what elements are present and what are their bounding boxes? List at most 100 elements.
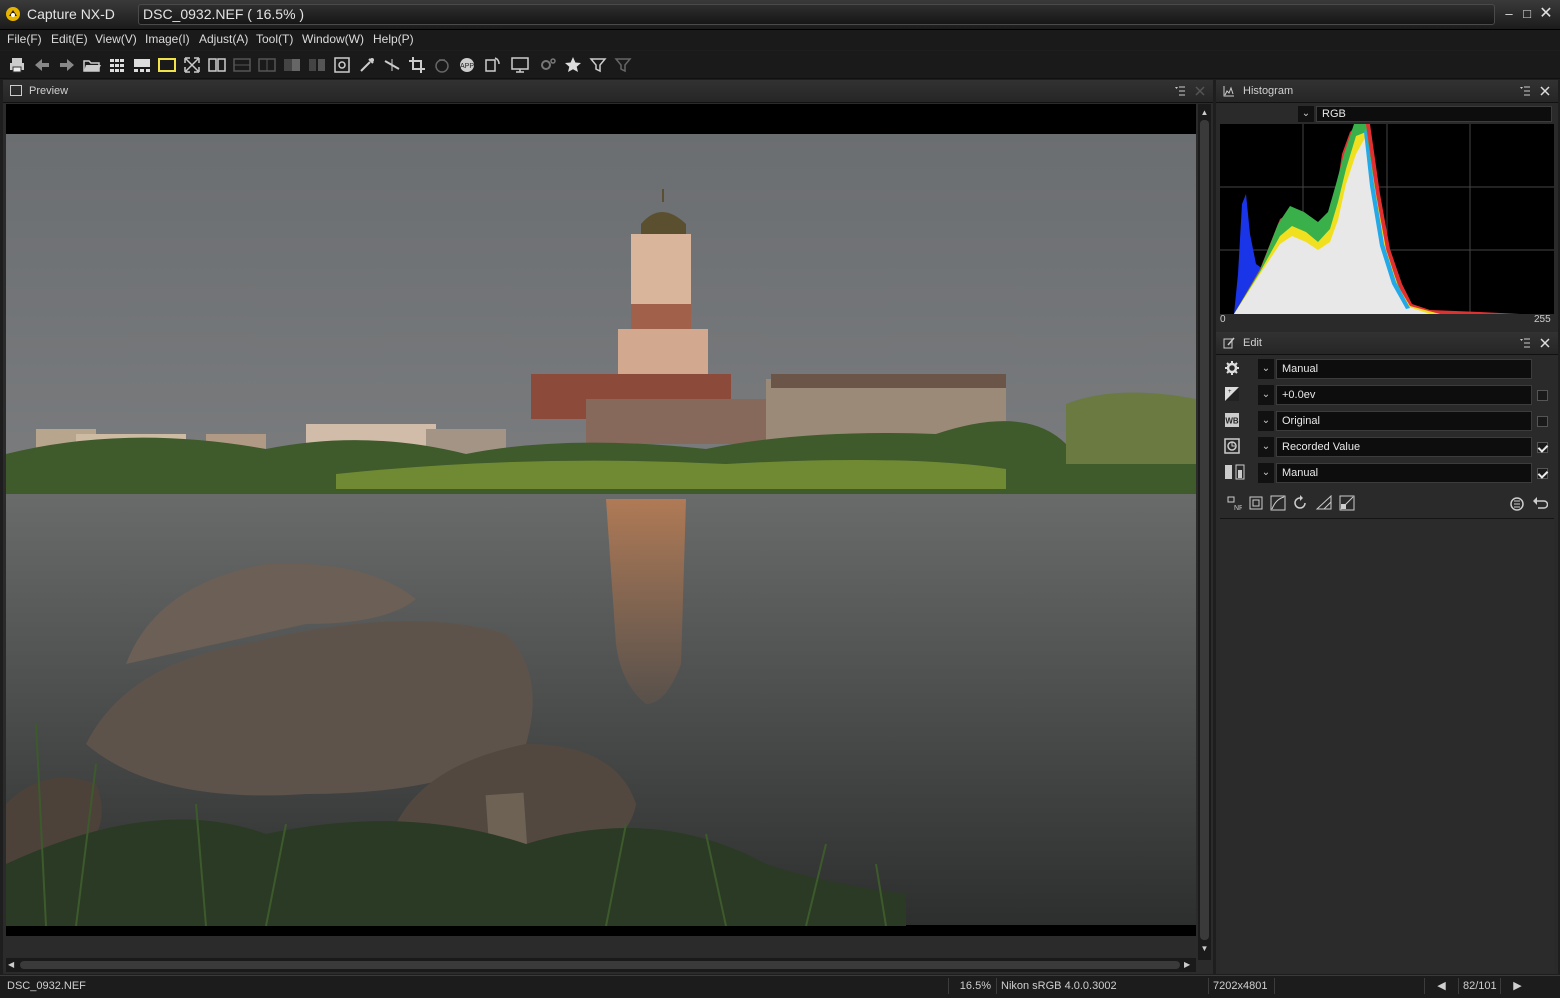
full-screen-icon[interactable] (182, 55, 202, 75)
menu-edit[interactable]: Edit(E) (51, 32, 88, 46)
next-image-button[interactable]: ▶ (1500, 978, 1530, 994)
panel-menu-icon[interactable] (1519, 85, 1531, 97)
chevron-down-icon[interactable]: ⌄ (1258, 463, 1274, 483)
status-filename: DSC_0932.NEF (7, 980, 86, 992)
rotate-icon[interactable] (482, 55, 502, 75)
forward-icon[interactable] (57, 55, 77, 75)
zoom-fit-icon[interactable] (332, 55, 352, 75)
lens-correction-icon[interactable] (1248, 495, 1264, 511)
picture-control-checkbox[interactable] (1537, 442, 1548, 453)
photo-preview (6, 104, 1196, 936)
thumbnail-grid-icon[interactable] (107, 55, 127, 75)
menu-file[interactable]: File(F) (7, 32, 42, 46)
menu-image[interactable]: Image(I) (145, 32, 190, 46)
edit-preset-select[interactable]: ⌄ Manual (1258, 359, 1532, 379)
chevron-down-icon[interactable]: ⌄ (1258, 437, 1274, 457)
straighten-icon[interactable] (382, 55, 402, 75)
panel-menu-icon[interactable] (1519, 337, 1531, 349)
close-icon[interactable] (1194, 85, 1206, 97)
print-icon[interactable] (7, 55, 27, 75)
perspective-icon[interactable] (1316, 495, 1332, 511)
picture-control-icon (1224, 438, 1240, 454)
filter-clear-icon[interactable] (613, 55, 633, 75)
compare-ud-icon[interactable] (307, 55, 327, 75)
status-color-profile: Nikon sRGB 4.0.0.3002 (996, 978, 1208, 994)
scroll-down-icon[interactable]: ▼ (1200, 944, 1209, 953)
scroll-left-icon[interactable]: ◀ (8, 960, 18, 970)
undo-icon[interactable] (1532, 495, 1548, 511)
scroll-right-icon[interactable]: ▶ (1184, 960, 1194, 970)
favorite-star-icon[interactable] (563, 55, 583, 75)
close-icon[interactable] (1539, 337, 1551, 349)
menu-bar: File(F) Edit(E) View(V) Image(I) Adjust(… (0, 30, 1560, 50)
status-dimensions: 7202x4801 (1208, 978, 1274, 994)
exposure-value[interactable]: +0.0ev (1276, 385, 1532, 405)
compare-two-icon[interactable] (207, 55, 227, 75)
settings-icon[interactable] (538, 55, 558, 75)
image-viewport[interactable] (6, 104, 1196, 936)
vertical-scroll-thumb[interactable] (1200, 120, 1209, 940)
chevron-down-icon[interactable]: ⌄ (1258, 359, 1274, 379)
compare-split-icon[interactable] (232, 55, 252, 75)
retouch-icon[interactable] (432, 55, 452, 75)
back-icon[interactable] (32, 55, 52, 75)
compare-before-after-icon[interactable] (257, 55, 277, 75)
toolbar: APP (0, 51, 1560, 79)
histogram-channel-select[interactable]: ⌄ RGB (1298, 106, 1552, 122)
chevron-down-icon[interactable]: ⌄ (1258, 385, 1274, 405)
chevron-down-icon[interactable]: ⌄ (1298, 106, 1314, 122)
menu-adjust[interactable]: Adjust(A) (199, 32, 248, 46)
dlighting-value[interactable]: Manual (1276, 463, 1532, 483)
open-with-app-icon[interactable]: APP (457, 55, 477, 75)
lch-icon[interactable] (1339, 495, 1355, 511)
maximize-button[interactable]: □ (1518, 5, 1536, 23)
compare-lr-icon[interactable] (282, 55, 302, 75)
close-window-button[interactable]: ✕ (1537, 5, 1555, 23)
dlighting-checkbox[interactable] (1537, 468, 1548, 479)
picture-control-select[interactable]: ⌄ Recorded Value (1258, 437, 1532, 457)
rotate-icon[interactable] (1292, 495, 1308, 511)
edit-preset-value[interactable]: Manual (1276, 359, 1532, 379)
gear-icon (1225, 361, 1239, 375)
exposure-checkbox[interactable] (1537, 390, 1548, 401)
panel-menu-icon[interactable] (1174, 85, 1186, 97)
horizontal-scroll-thumb[interactable] (20, 961, 1180, 969)
picture-control-value[interactable]: Recorded Value (1276, 437, 1532, 457)
filmstrip-icon[interactable] (132, 55, 152, 75)
dlighting-select[interactable]: ⌄ Manual (1258, 463, 1532, 483)
white-balance-icon: WB (1225, 413, 1239, 427)
viewer-icon[interactable] (157, 55, 177, 75)
white-balance-checkbox[interactable] (1537, 416, 1548, 427)
menu-help[interactable]: Help(P) (373, 32, 414, 46)
white-balance-value[interactable]: Original (1276, 411, 1532, 431)
exposure-select[interactable]: ⌄ +0.0ev (1258, 385, 1532, 405)
open-folder-icon[interactable] (82, 55, 102, 75)
history-icon[interactable] (1509, 495, 1525, 511)
close-icon[interactable] (1539, 85, 1551, 97)
status-empty (1274, 978, 1424, 994)
slideshow-icon[interactable] (510, 55, 530, 75)
crop-icon[interactable] (407, 55, 427, 75)
menu-window[interactable]: Window(W) (302, 32, 364, 46)
filter-icon[interactable] (588, 55, 608, 75)
status-zoom: 16.5% (948, 978, 996, 994)
chevron-down-icon[interactable]: ⌄ (1258, 411, 1274, 431)
svg-text:WB: WB (1225, 417, 1239, 426)
app-logo-icon (6, 7, 20, 21)
picker-icon[interactable] (357, 55, 377, 75)
curves-icon[interactable] (1270, 495, 1286, 511)
histogram-channel-value[interactable]: RGB (1316, 106, 1552, 122)
horizontal-scrollbar[interactable]: ◀ ▶ (6, 958, 1196, 972)
menu-tool[interactable]: Tool(T) (256, 32, 293, 46)
previous-image-button[interactable]: ◀ (1424, 978, 1454, 994)
histogram-icon (1223, 86, 1234, 97)
minimize-button[interactable]: – (1500, 5, 1518, 23)
edit-header: Edit (1216, 332, 1558, 355)
scroll-up-icon[interactable]: ▲ (1200, 108, 1209, 117)
menu-view[interactable]: View(V) (95, 32, 137, 46)
edit-title: Edit (1243, 337, 1262, 349)
white-balance-select[interactable]: ⌄ Original (1258, 411, 1532, 431)
app-name: Capture NX-D (27, 6, 115, 22)
vertical-scrollbar[interactable]: ▲ ▼ (1198, 104, 1211, 960)
noise-reduction-icon[interactable]: NR (1226, 495, 1242, 511)
